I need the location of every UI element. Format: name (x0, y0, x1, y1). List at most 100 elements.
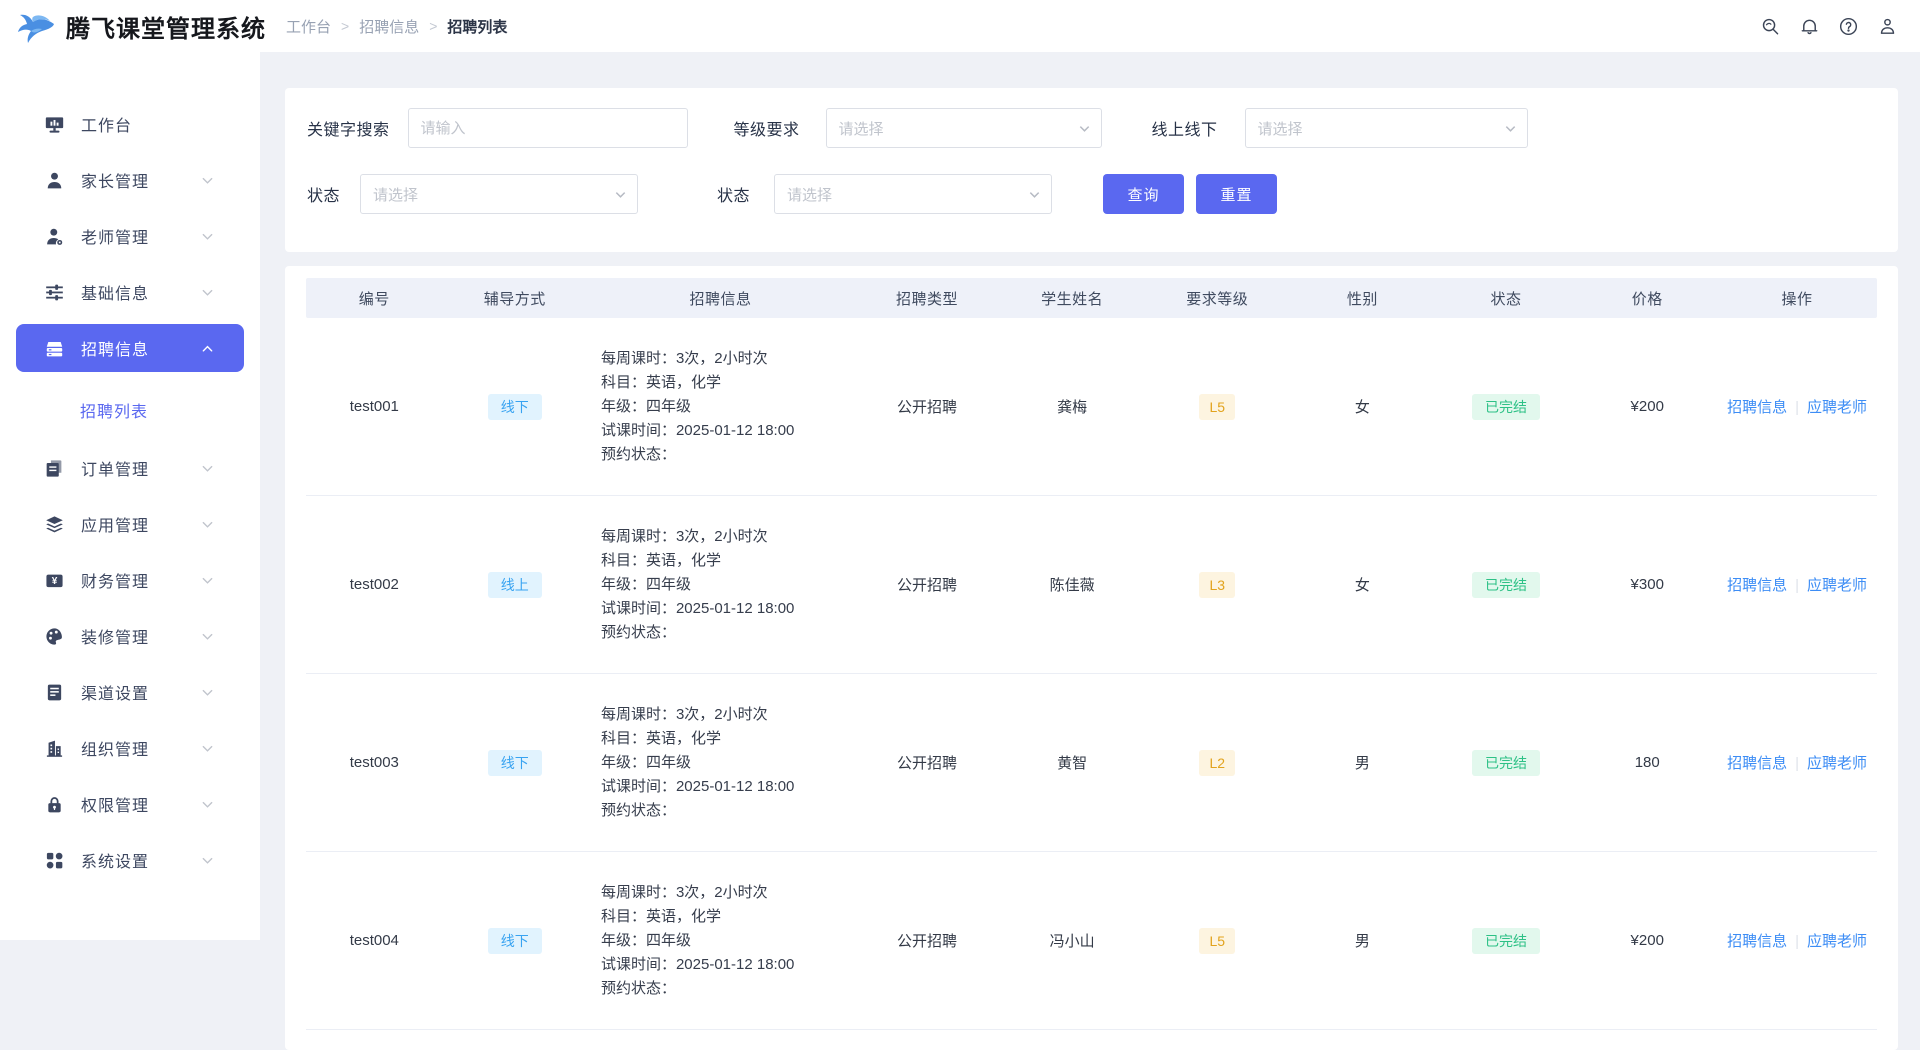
apply-teacher-link[interactable]: 应聘老师 (1807, 399, 1867, 416)
sidebar-item-palette[interactable]: 装修管理 (16, 612, 244, 660)
table-row: test002线上每周课时：3次，2小时次科目：英语，化学年级：四年级试课时间：… (306, 496, 1877, 674)
level-badge: L5 (1199, 394, 1235, 420)
sidebar-item-orders[interactable]: 订单管理 (16, 444, 244, 492)
chevron-down-icon (614, 188, 627, 201)
level-badge: L2 (1199, 750, 1235, 776)
cell-id: test004 (306, 932, 443, 949)
cell-status: 已完结 (1435, 572, 1578, 598)
recruit-info-link[interactable]: 招聘信息 (1727, 755, 1787, 772)
table-row: test003线下每周课时：3次，2小时次科目：英语，化学年级：四年级试课时间：… (306, 674, 1877, 852)
sidebar-item-label: 装修管理 (81, 624, 149, 648)
breadcrumb-separator: > (341, 18, 349, 34)
status2-label: 状态 (717, 182, 750, 206)
recruit-info-link[interactable]: 招聘信息 (1727, 577, 1787, 594)
sidebar-item-label: 老师管理 (81, 224, 149, 248)
sidebar-item-apps[interactable]: 应用管理 (16, 500, 244, 548)
user-icon[interactable] (1876, 15, 1898, 37)
sidebar-item-teacher[interactable]: 老师管理 (16, 212, 244, 260)
org-icon (44, 738, 64, 758)
table-header: 编号辅导方式招聘信息招聘类型学生姓名要求等级性别状态价格操作 (306, 278, 1877, 318)
cell-student: 陈佳薇 (1000, 574, 1144, 595)
search-icon[interactable] (1759, 15, 1781, 37)
sidebar-item-label: 订单管理 (81, 456, 149, 480)
cell-price: 180 (1577, 754, 1717, 771)
keyword-label: 关键字搜索 (307, 116, 390, 140)
sidebar-item-org[interactable]: 组织管理 (16, 724, 244, 772)
breadcrumb-item-1[interactable]: 工作台 (286, 16, 331, 37)
cell-type: 公开招聘 (854, 752, 1000, 773)
column-header-9: 价格 (1577, 288, 1717, 309)
status1-select[interactable]: 请选择 (360, 174, 638, 214)
status2-select[interactable]: 请选择 (774, 174, 1052, 214)
chevron-down-icon (201, 518, 214, 531)
search-button[interactable]: 查询 (1103, 174, 1184, 214)
dashboard-icon (44, 114, 64, 134)
sidebar-item-channel[interactable]: 渠道设置 (16, 668, 244, 716)
topbar-icons (1759, 15, 1920, 37)
status1-select-wrap: 请选择 (360, 174, 638, 214)
action-divider: | (1795, 577, 1799, 594)
cell-info: 每周课时：3次，2小时次科目：英语，化学年级：四年级试课时间：2025-01-1… (587, 525, 854, 645)
chevron-down-icon (201, 286, 214, 299)
bell-icon[interactable] (1798, 15, 1820, 37)
apply-teacher-link[interactable]: 应聘老师 (1807, 755, 1867, 772)
cell-gender: 男 (1290, 752, 1434, 773)
recruit-info-link[interactable]: 招聘信息 (1727, 399, 1787, 416)
help-icon[interactable] (1837, 15, 1859, 37)
palette-icon (44, 626, 64, 646)
method-badge: 线上 (488, 572, 542, 598)
chevron-down-icon (201, 174, 214, 187)
sidebar-item-finance[interactable]: ¥ 财务管理 (16, 556, 244, 604)
cell-info: 每周课时：3次，2小时次科目：英语，化学年级：四年级试课时间：2025-01-1… (587, 347, 854, 467)
cell-method: 线下 (443, 394, 587, 420)
chevron-down-icon (1078, 122, 1091, 135)
breadcrumb-item-3: 招聘列表 (447, 16, 507, 37)
svg-text:¥: ¥ (51, 576, 57, 587)
sidebar-item-settings[interactable]: 系统设置 (16, 836, 244, 884)
sidebar-item-label: 应用管理 (81, 512, 149, 536)
breadcrumb-item-2[interactable]: 招聘信息 (359, 16, 419, 37)
chevron-down-icon (201, 798, 214, 811)
sidebar-item-label: 财务管理 (81, 568, 149, 592)
cell-status: 已完结 (1435, 750, 1578, 776)
sidebar-item-sliders[interactable]: 基础信息 (16, 268, 244, 316)
cell-level: L5 (1144, 928, 1290, 954)
reset-button[interactable]: 重置 (1196, 174, 1277, 214)
app-title: 腾飞课堂管理系统 (66, 9, 266, 44)
sidebar-item-label: 家长管理 (81, 168, 149, 192)
column-header-4: 招聘类型 (854, 288, 1000, 309)
status-badge: 已完结 (1472, 750, 1540, 776)
teacher-icon (44, 226, 64, 246)
status2-select-wrap: 请选择 (774, 174, 1052, 214)
method-badge: 线下 (488, 928, 542, 954)
database-icon (44, 338, 64, 358)
sidebar-submenu: 招聘列表 (0, 380, 260, 436)
cell-info: 每周课时：3次，2小时次科目：英语，化学年级：四年级试课时间：2025-01-1… (587, 881, 854, 1001)
keyword-input[interactable] (408, 108, 688, 148)
apply-teacher-link[interactable]: 应聘老师 (1807, 933, 1867, 950)
sidebar-item-label: 组织管理 (81, 736, 149, 760)
finance-icon: ¥ (44, 570, 64, 590)
cell-price: ¥200 (1577, 398, 1717, 415)
method-badge: 线下 (488, 394, 542, 420)
cell-method: 线下 (443, 928, 587, 954)
cell-method: 线上 (443, 572, 587, 598)
keyword-control (408, 108, 688, 148)
chevron-down-icon (201, 230, 214, 243)
cell-type: 公开招聘 (854, 930, 1000, 951)
mode-select[interactable]: 请选择 (1245, 108, 1528, 148)
sidebar-item-database[interactable]: 招聘信息 (16, 324, 244, 372)
cell-gender: 女 (1290, 396, 1434, 417)
cell-actions: 招聘信息 | 应聘老师 (1717, 574, 1877, 595)
status1-label: 状态 (307, 182, 340, 206)
sidebar-item-parent[interactable]: 家长管理 (16, 156, 244, 204)
recruit-info-link[interactable]: 招聘信息 (1727, 933, 1787, 950)
sidebar-item-label: 权限管理 (81, 792, 149, 816)
sidebar-item-label: 渠道设置 (81, 680, 149, 704)
level-select[interactable]: 请选择 (826, 108, 1102, 148)
sidebar-item-lock[interactable]: 权限管理 (16, 780, 244, 828)
settings-icon (44, 850, 64, 870)
apply-teacher-link[interactable]: 应聘老师 (1807, 577, 1867, 594)
sidebar-subitem-recruit-list[interactable]: 招聘列表 (0, 390, 260, 430)
sidebar-item-dashboard[interactable]: 工作台 (16, 100, 244, 148)
